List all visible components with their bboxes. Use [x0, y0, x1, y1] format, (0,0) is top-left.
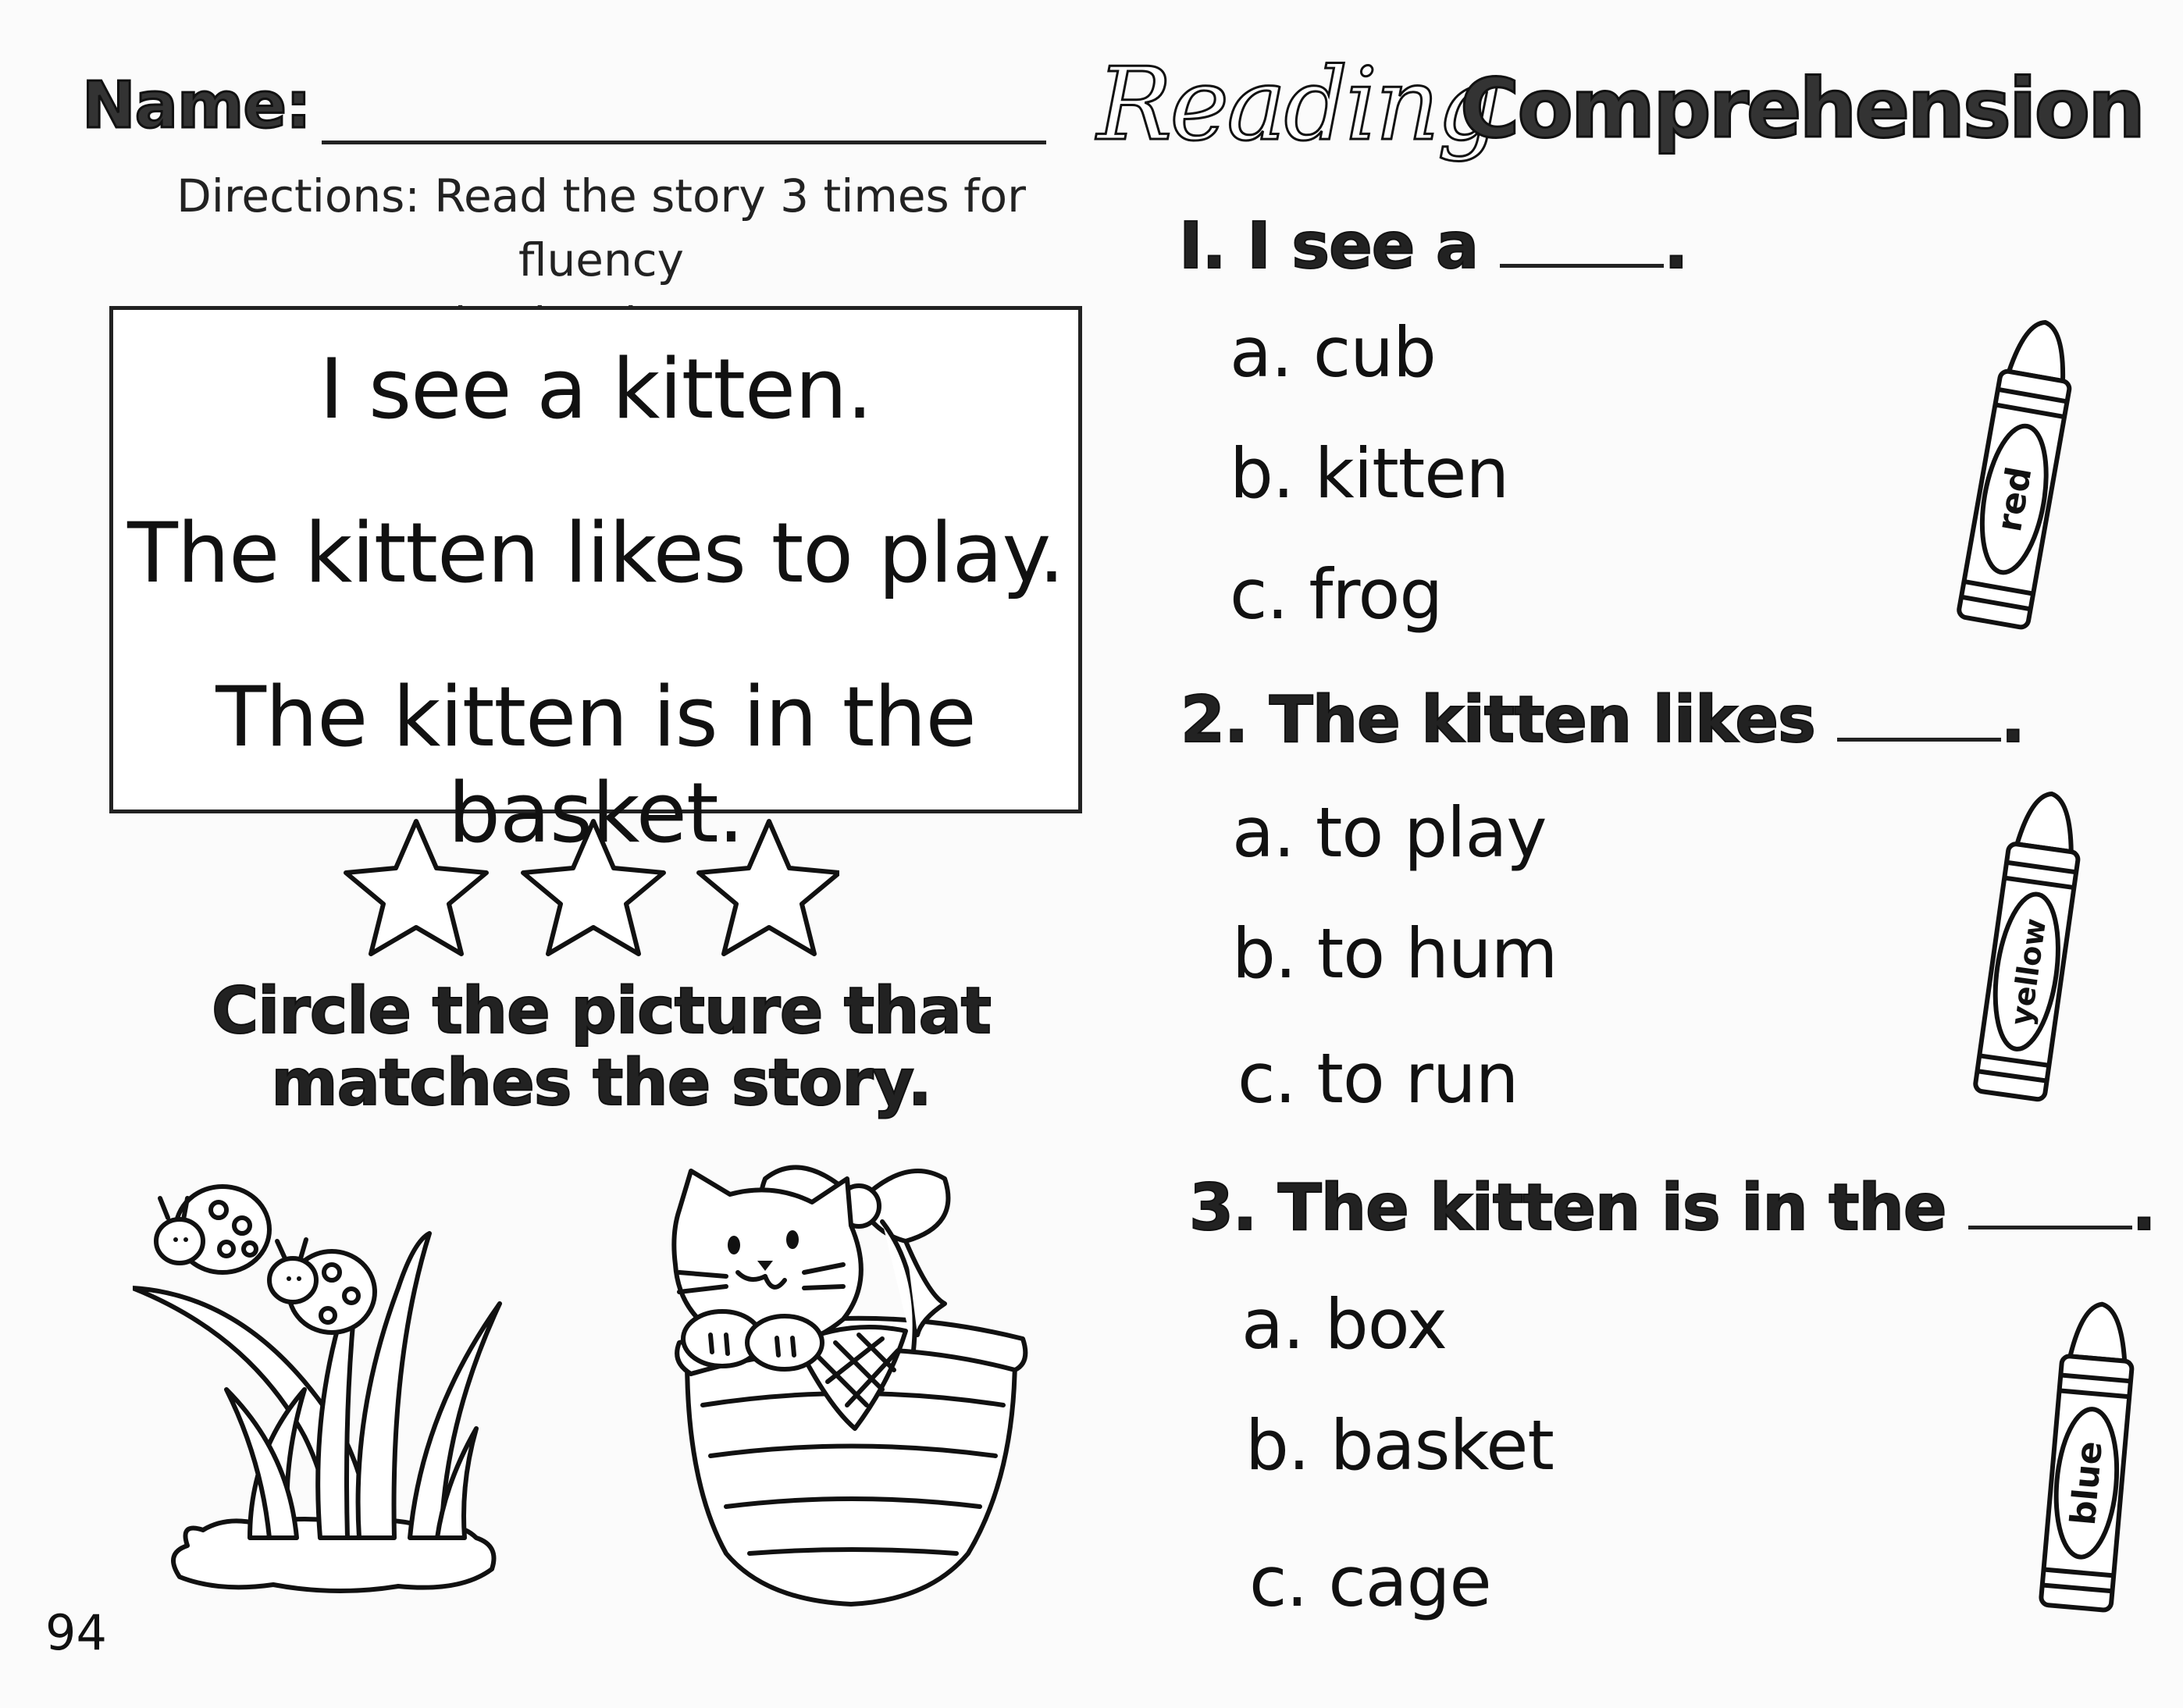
question-1-end: . [1663, 208, 1689, 284]
question-1-option-b[interactable]: b. kitten [1230, 433, 1509, 514]
question-2-end: . [2000, 682, 2026, 758]
question-2-option-c[interactable]: c. to run [1238, 1038, 1519, 1119]
circle-instruction: Circle the picture that matches the stor… [180, 974, 1023, 1120]
question-3-option-a[interactable]: a. box [1241, 1284, 1448, 1365]
question-2: 2. The kitten likes. [1180, 682, 2026, 758]
page-title: Reading Comprehension [1096, 46, 2174, 165]
question-3-end: . [2131, 1170, 2156, 1246]
circle-instruction-line-1: Circle the picture that [211, 974, 992, 1048]
story-box: I see a kitten. The kitten likes to play… [109, 306, 1082, 861]
name-blank-line[interactable] [322, 141, 1046, 144]
star-icon-2[interactable] [521, 819, 666, 956]
title-script: Reading [1096, 46, 1503, 165]
page-number: 94 [45, 1604, 107, 1661]
ladybugs-on-grass-icon[interactable] [133, 1155, 632, 1616]
crayon-icon-yellow[interactable]: yellow [1956, 788, 2104, 1108]
star-icon-1[interactable] [344, 819, 489, 956]
crayon-label-blue: blue [2064, 1439, 2110, 1527]
circle-instruction-line-2: matches the story. [270, 1046, 933, 1120]
question-1-blank[interactable] [1500, 217, 1665, 268]
question-1-option-c[interactable]: c. frog [1230, 554, 1443, 635]
question-2-option-b[interactable]: b. to hum [1232, 913, 1558, 994]
question-2-prompt: 2. The kitten likes [1180, 682, 1817, 758]
crayon-icon-red[interactable]: red [1944, 316, 2092, 636]
kitten-in-basket-icon[interactable] [648, 1148, 1054, 1616]
question-1: I. I see a. [1178, 208, 1689, 284]
question-3-option-b[interactable]: b. basket [1245, 1405, 1554, 1486]
name-label: Name: [81, 68, 313, 144]
star-icon-3[interactable] [696, 819, 839, 956]
question-2-option-a[interactable]: a. to play [1232, 792, 1547, 873]
directions-line-1: Directions: Read the story 3 times for f… [176, 169, 1026, 286]
crayon-icon-blue[interactable]: blue [2014, 1300, 2163, 1620]
question-3: 3. The kitten is in the. [1188, 1170, 2157, 1246]
title-bold: Comprehension [1458, 60, 2146, 158]
question-1-prompt: I. I see a [1178, 208, 1480, 284]
question-3-prompt: 3. The kitten is in the [1188, 1170, 1947, 1246]
question-3-option-c[interactable]: c. cage [1249, 1542, 1492, 1622]
question-2-blank[interactable] [1836, 691, 2001, 742]
question-1-option-a[interactable]: a. cub [1230, 312, 1437, 393]
fluency-stars [344, 819, 839, 956]
question-3-blank[interactable] [1968, 1179, 2132, 1229]
story-line-2: The kitten likes to play. [127, 505, 1065, 601]
story-line-1: I see a kitten. [319, 341, 873, 437]
